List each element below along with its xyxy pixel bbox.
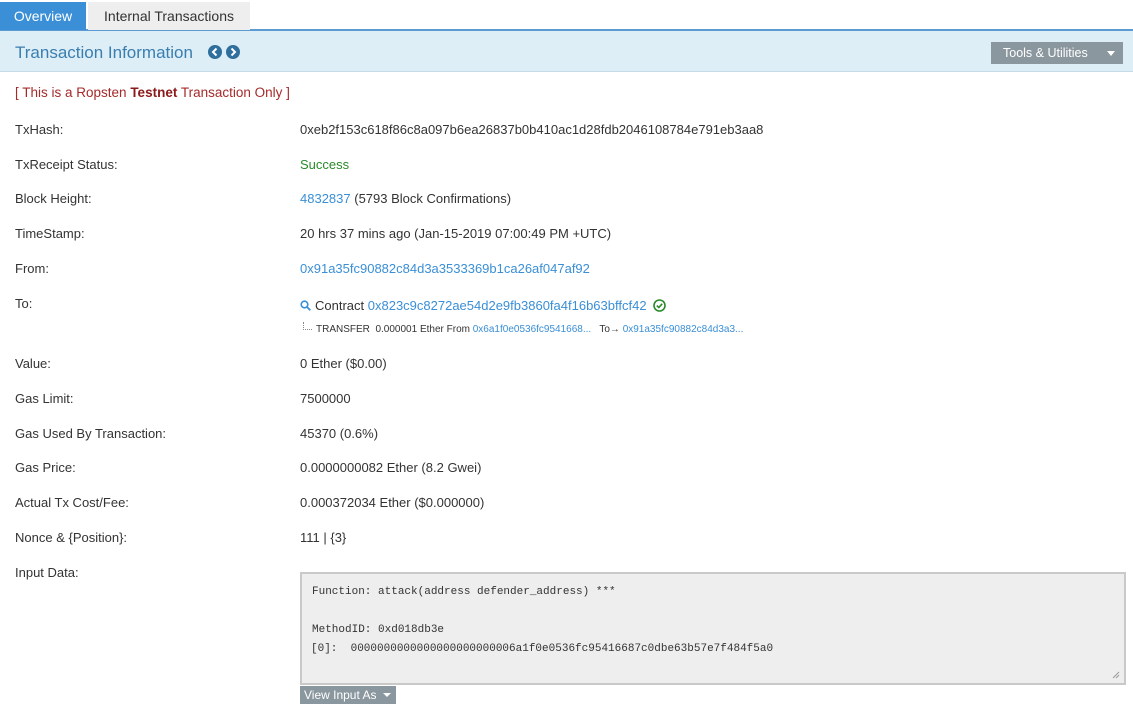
panel-header: Transaction Information Tools & Utilitie… xyxy=(0,31,1133,72)
token-transfer-line: TRANSFER 0.000001 Ether From 0x6a1f0e053… xyxy=(303,322,743,335)
contract-address-link[interactable]: 0x823c9c8272ae54d2e9fb3860fa4f16b63bffcf… xyxy=(368,298,647,313)
timestamp-value: 20 hrs 37 mins ago (Jan-15-2019 07:00:49… xyxy=(300,226,612,241)
transfer-amount: 0.000001 Ether From xyxy=(375,324,470,335)
status-label: TxReceipt Status: xyxy=(15,157,118,172)
view-input-as-button[interactable]: View Input As xyxy=(300,686,396,704)
search-icon[interactable] xyxy=(300,299,311,311)
to-label: To: xyxy=(15,296,33,311)
tree-connector-icon xyxy=(303,322,312,330)
gas-used-label: Gas Used By Transaction: xyxy=(15,426,167,441)
to-row: Contract 0x823c9c8272ae54d2e9fb3860fa4f1… xyxy=(300,298,666,313)
transfer-to-label: To xyxy=(599,324,610,335)
previous-transaction-icon[interactable] xyxy=(208,45,222,59)
tx-fee-label: Actual Tx Cost/Fee: xyxy=(15,495,129,510)
transfer-to-link[interactable]: 0x91a35fc90882c84d3a3... xyxy=(623,324,744,335)
caret-down-icon xyxy=(383,693,391,697)
input-param-line: [0]: 0000000000000000000000006a1f0e0536f… xyxy=(311,643,774,655)
from-address-link[interactable]: 0x91a35fc90882c84d3a3533369b1ca26af047af… xyxy=(300,261,590,276)
input-data-label: Input Data: xyxy=(15,565,79,580)
txhash-label: TxHash: xyxy=(15,122,64,137)
transfer-type: TRANSFER xyxy=(316,324,370,335)
block-height-label: Block Height: xyxy=(15,191,92,206)
tools-utilities-label: Tools & Utilities xyxy=(1003,46,1088,60)
caret-down-icon xyxy=(1107,51,1115,56)
nonce-value: 111 | {3} xyxy=(300,530,347,545)
verified-check-icon xyxy=(652,299,666,312)
tab-bar: Overview Internal Transactions xyxy=(0,0,1133,31)
arrow-right-icon: → xyxy=(609,324,620,335)
gas-used-value: 45370 (0.6%) xyxy=(300,426,379,441)
nonce-label: Nonce & {Position}: xyxy=(15,530,128,545)
transfer-from-link[interactable]: 0x6a1f0e0536fc9541668... xyxy=(473,324,591,335)
testnet-notice-bold: Testnet xyxy=(130,85,178,100)
block-height-row: 4832837 (5793 Block Confirmations) xyxy=(300,191,511,206)
next-transaction-icon[interactable] xyxy=(226,45,240,59)
block-height-link[interactable]: 4832837 xyxy=(300,191,351,206)
tools-utilities-button[interactable]: Tools & Utilities xyxy=(991,42,1123,64)
txhash-value: 0xeb2f153c618f86c8a097b6ea26837b0b410ac1… xyxy=(300,122,764,137)
view-input-as-label: View Input As xyxy=(304,688,377,702)
value-label: Value: xyxy=(15,356,51,371)
testnet-notice-suffix: Transaction Only ] xyxy=(177,85,290,100)
tab-overview[interactable]: Overview xyxy=(0,2,86,30)
testnet-notice-prefix: [ This is a Ropsten xyxy=(15,85,131,100)
input-function-line: Function: attack(address defender_addres… xyxy=(312,586,616,598)
gas-limit-value: 7500000 xyxy=(300,391,351,406)
gas-price-label: Gas Price: xyxy=(15,460,76,475)
from-label: From: xyxy=(15,261,49,276)
gas-price-value: 0.0000000082 Ether (8.2 Gwei) xyxy=(300,460,482,475)
status-value: Success xyxy=(300,157,350,172)
timestamp-label: TimeStamp: xyxy=(15,226,85,241)
tx-fee-value: 0.000372034 Ether ($0.000000) xyxy=(300,495,485,510)
input-data-textarea[interactable]: Function: attack(address defender_addres… xyxy=(300,572,1126,685)
testnet-notice: [ This is a Ropsten Testnet Transaction … xyxy=(15,85,290,100)
input-method-id-line: MethodID: 0xd018db3e xyxy=(312,624,445,636)
tab-internal-transactions[interactable]: Internal Transactions xyxy=(88,2,250,30)
value-value: 0 Ether ($0.00) xyxy=(300,356,387,371)
page-title: Transaction Information xyxy=(15,43,193,62)
gas-limit-label: Gas Limit: xyxy=(15,391,74,406)
block-confirmations: (5793 Block Confirmations) xyxy=(350,191,512,206)
resize-grip-icon[interactable] xyxy=(1112,671,1120,679)
contract-prefix: Contract xyxy=(315,298,368,313)
